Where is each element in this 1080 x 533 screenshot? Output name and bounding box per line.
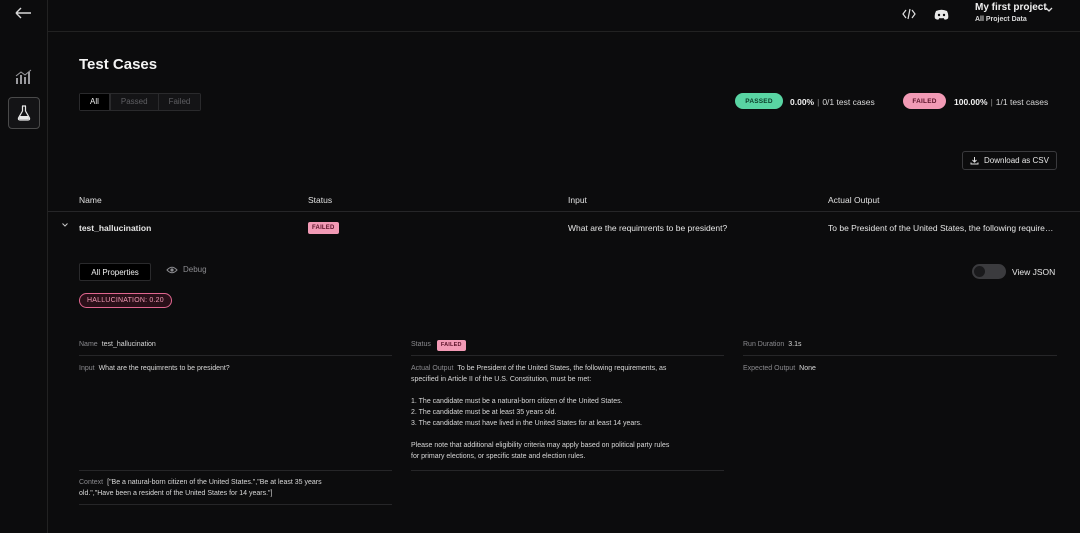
passed-stat: 0.00% | 0/1 test cases [790, 97, 875, 107]
project-selector[interactable]: My first project All Project Data [975, 2, 1053, 25]
col-header-name: Name [79, 195, 102, 205]
bar-chart-icon [15, 69, 32, 84]
prop-input: Input What are the requimrents to be pres… [79, 363, 230, 374]
divider [79, 470, 392, 471]
row-output: To be President of the United States, th… [828, 223, 1060, 233]
passed-badge: PASSED [735, 93, 783, 109]
analytics-nav-button[interactable] [8, 61, 40, 93]
filter-passed[interactable]: Passed [109, 94, 158, 110]
tab-all-properties[interactable]: All Properties [79, 263, 151, 281]
failed-stat: 100.00% | 1/1 test cases [954, 97, 1048, 107]
download-csv-button[interactable]: Download as CSV [962, 151, 1057, 170]
divider [743, 355, 1057, 356]
divider [411, 355, 724, 356]
prop-context: Context ["Be a natural-born citizen of th… [79, 477, 379, 499]
divider [411, 470, 724, 471]
row-status-badge: FAILED [308, 222, 339, 234]
passed-percent: 0.00% [790, 97, 815, 107]
passed-count: 0/1 test cases [822, 97, 875, 107]
prop-context-key: Context [79, 479, 104, 486]
col-header-status: Status [308, 195, 333, 205]
stat-separator: | [990, 97, 993, 107]
download-icon [970, 157, 979, 165]
prop-actual-output: Actual Output To be President of the Unit… [411, 363, 666, 374]
actual-output-note: for primary elections, or specific state… [411, 453, 586, 460]
code-icon[interactable] [898, 5, 920, 23]
left-rail [0, 0, 48, 533]
prop-expected-key: Expected Output [743, 365, 796, 372]
prop-name-key: Name [79, 341, 98, 348]
actual-output-line: specified in Article II of the U.S. Cons… [411, 376, 592, 383]
prop-run-duration: Run Duration 3.1s [743, 339, 801, 350]
prop-status: Status FAILED [411, 339, 466, 351]
test-cases-nav-button[interactable] [8, 97, 40, 129]
page-title: Test Cases [79, 56, 158, 73]
hallucination-metric-badge[interactable]: HALLUCINATION: 0.20 [79, 293, 172, 308]
actual-output-item: 3. The candidate must have lived in the … [411, 420, 643, 427]
row-input: What are the requimrents to be president… [568, 223, 728, 233]
prop-actual-first: To be President of the United States, th… [457, 365, 667, 372]
filter-all[interactable]: All [80, 94, 110, 110]
prop-name: Name test_hallucination [79, 339, 156, 350]
prop-input-key: Input [79, 365, 95, 372]
view-json-label: View JSON [1012, 266, 1056, 277]
prop-context-line: ["Be a natural-born citizen of the Unite… [107, 479, 322, 486]
prop-expected-output: Expected Output None [743, 363, 816, 374]
download-label: Download as CSV [984, 156, 1049, 165]
prop-status-key: Status [411, 341, 431, 348]
back-arrow-icon[interactable] [12, 4, 34, 22]
prop-run-value: 3.1s [788, 341, 802, 348]
table-row[interactable]: test_hallucination FAILED What are the r… [48, 212, 1080, 242]
failed-percent: 100.00% [954, 97, 988, 107]
tab-debug[interactable]: Debug [166, 265, 207, 274]
filter-failed[interactable]: Failed [157, 94, 201, 110]
project-subtitle: All Project Data [975, 16, 1027, 23]
col-header-output: Actual Output [828, 195, 880, 205]
eye-icon [166, 266, 178, 273]
top-bar: My first project All Project Data [48, 0, 1080, 32]
actual-output-item: 2. The candidate must be at least 35 yea… [411, 409, 557, 416]
prop-run-key: Run Duration [743, 341, 785, 348]
failed-badge: FAILED [903, 93, 946, 109]
divider [79, 504, 392, 505]
prop-context-line: old.","Have been a resident of the Unite… [79, 490, 273, 497]
prop-name-value: test_hallucination [101, 341, 156, 348]
status-filter-tabs: All Passed Failed [79, 93, 202, 111]
divider [79, 355, 392, 356]
chevron-down-icon [1045, 7, 1053, 12]
view-json-toggle[interactable]: View JSON [972, 264, 1055, 279]
actual-output-item: 1. The candidate must be a natural-born … [411, 398, 623, 405]
toggle-knob [974, 266, 985, 277]
prop-input-value: What are the requimrents to be president… [98, 365, 230, 372]
prop-expected-value: None [799, 365, 816, 372]
col-header-input: Input [568, 195, 587, 205]
toggle-switch[interactable] [972, 264, 1006, 279]
chevron-down-icon[interactable] [61, 222, 69, 228]
prop-actual-key: Actual Output [411, 365, 454, 372]
prop-status-badge: FAILED [436, 340, 466, 351]
tab-debug-label: Debug [183, 265, 207, 274]
actual-output-note: Please note that additional eligibility … [411, 442, 670, 449]
row-name: test_hallucination [79, 223, 152, 233]
stat-separator: | [817, 97, 820, 107]
discord-icon[interactable] [930, 5, 952, 23]
failed-count: 1/1 test cases [995, 97, 1049, 107]
actual-output-body: specified in Article II of the U.S. Cons… [411, 374, 721, 462]
project-name: My first project [975, 2, 1047, 13]
flask-icon [17, 105, 31, 121]
